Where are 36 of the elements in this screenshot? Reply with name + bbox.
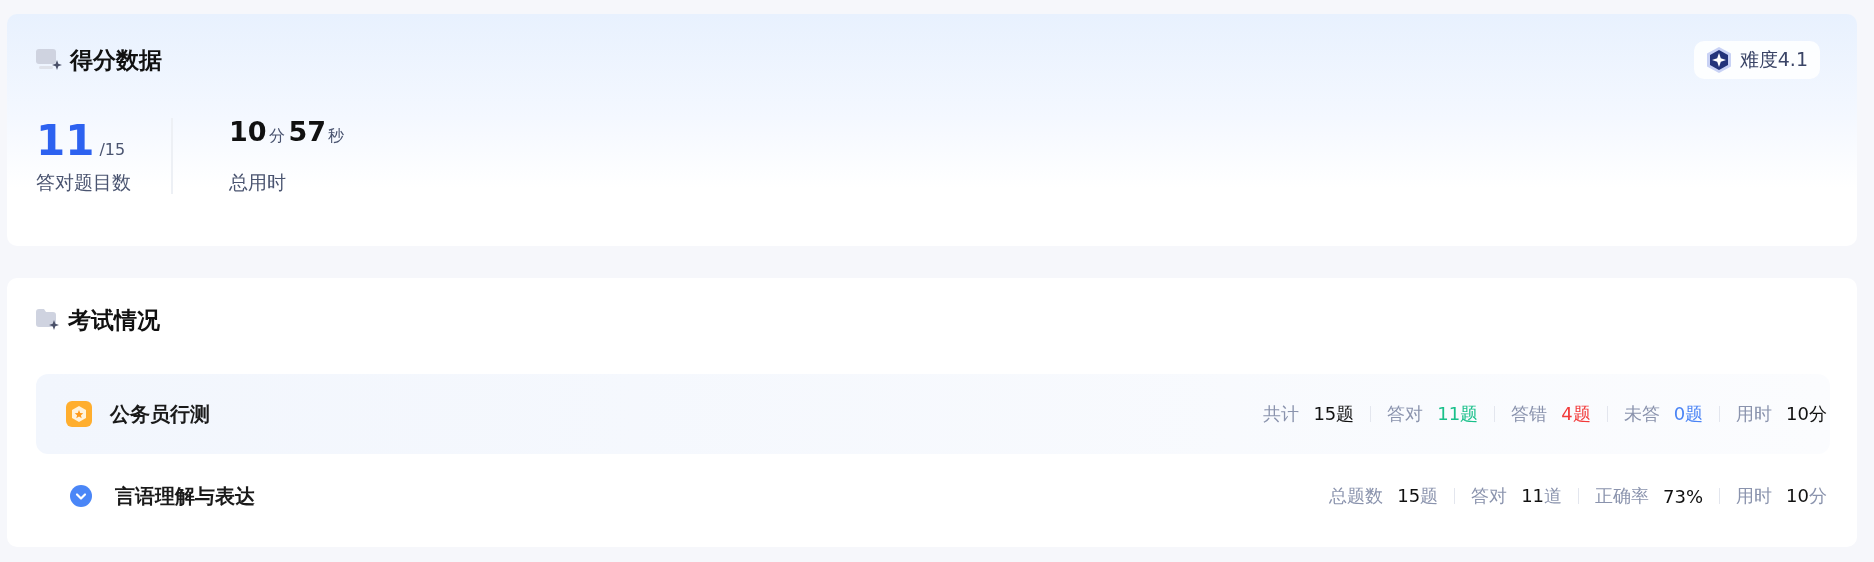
- total-count: /15: [99, 140, 126, 159]
- stat-value: 73%: [1663, 485, 1704, 507]
- section-title: 考试情况: [68, 305, 160, 335]
- stat-value: 4题: [1561, 402, 1591, 426]
- stat-value: 11题: [1437, 402, 1479, 426]
- stat-value: 15题: [1397, 484, 1439, 508]
- correct-count: 11: [36, 116, 95, 165]
- difficulty-label: 难度4.1: [1739, 47, 1808, 72]
- monitor-icon: [36, 49, 62, 71]
- folder-icon: [36, 309, 60, 331]
- stat-value: 10分: [1786, 484, 1827, 508]
- time-unit: 秒: [328, 126, 345, 147]
- stat-label: 答对: [1471, 484, 1508, 508]
- metric-label: 总用时: [229, 170, 287, 195]
- stat-value: 10分: [1786, 402, 1827, 426]
- stat-value: 11道: [1521, 484, 1563, 508]
- stat-value: 0题: [1673, 402, 1704, 426]
- star-badge-icon: [66, 401, 92, 427]
- stat-value: 15题: [1313, 402, 1355, 426]
- stat-label: 未答: [1623, 402, 1660, 426]
- exam-name: 公务员行测: [110, 400, 210, 428]
- metric-label: 答对题目数: [36, 170, 131, 195]
- stat-label: 用时: [1736, 402, 1773, 426]
- stat-label: 用时: [1736, 484, 1773, 508]
- stat-label: 正确率: [1595, 484, 1650, 508]
- stat-label: 共计: [1263, 402, 1300, 426]
- time-value: 57: [288, 116, 327, 147]
- stat-label: 答错: [1511, 402, 1548, 426]
- section-name: 言语理解与表达: [115, 482, 255, 510]
- time-unit: 分: [268, 126, 285, 147]
- stat-label: 答对: [1387, 402, 1424, 426]
- stat-label: 总题数: [1329, 484, 1384, 508]
- section-title: 得分数据: [70, 45, 162, 75]
- chevron-down-icon[interactable]: [70, 485, 92, 507]
- time-value: 10: [229, 116, 267, 147]
- hexagon-star-icon: [1705, 46, 1732, 74]
